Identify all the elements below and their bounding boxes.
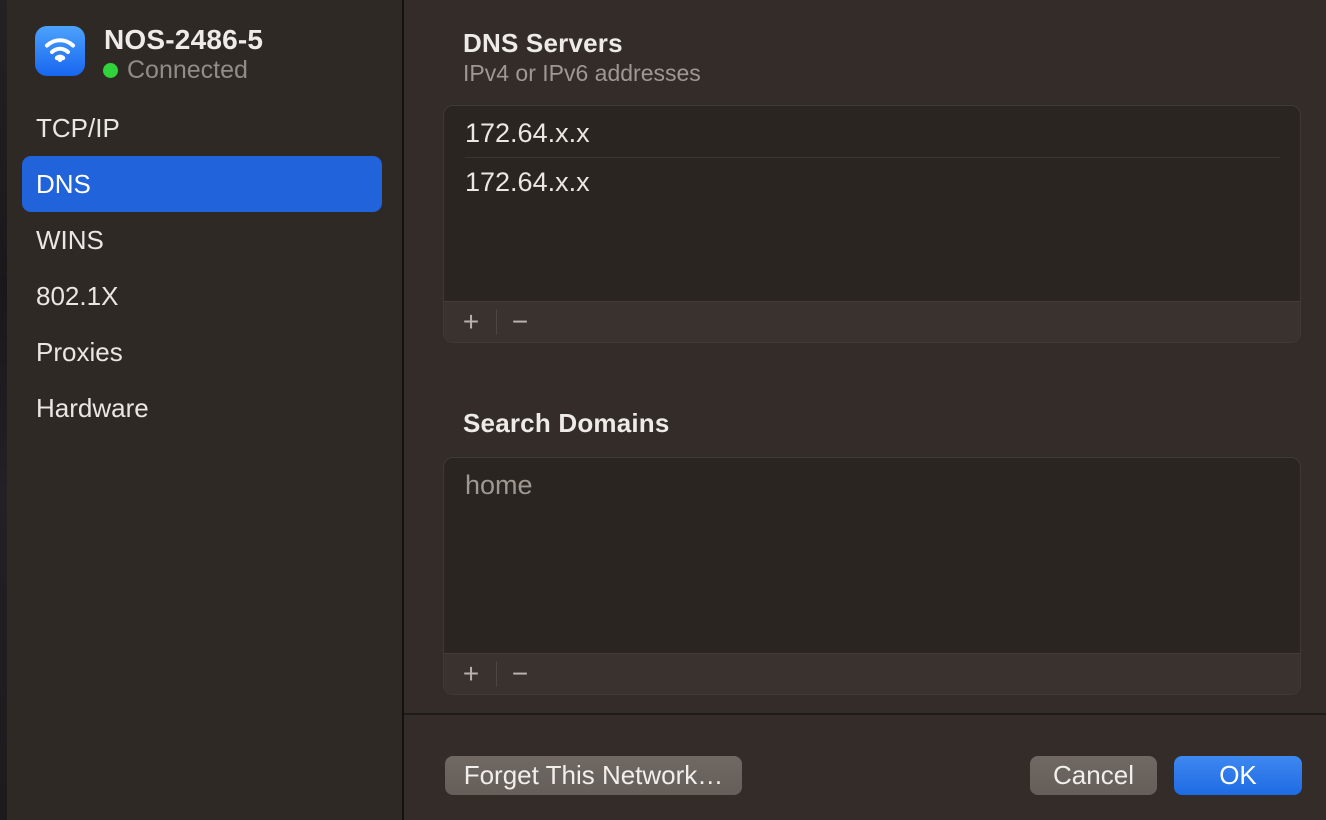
dns-servers-subtitle: IPv4 or IPv6 addresses [463, 60, 701, 87]
toolbar-separator [496, 661, 497, 687]
dns-server-row[interactable]: 172.64.x.x [444, 158, 1300, 206]
sidebar: NOS-2486-5 Connected TCP/IP DNS WINS 802… [7, 0, 402, 820]
remove-search-domain-button[interactable]: − [503, 654, 537, 694]
network-status-label: Connected [127, 56, 248, 85]
search-domain-rows: home [444, 458, 1300, 509]
search-domains-title: Search Domains [463, 408, 670, 439]
wifi-badge [35, 26, 85, 76]
wifi-details-dialog: NOS-2486-5 Connected TCP/IP DNS WINS 802… [0, 0, 1326, 820]
footer-divider [404, 713, 1326, 715]
dns-pane: DNS Servers IPv4 or IPv6 addresses 172.6… [404, 0, 1326, 820]
dns-server-row[interactable]: 172.64.x.x [444, 109, 1300, 157]
forget-network-button[interactable]: Forget This Network… [445, 756, 742, 795]
add-search-domain-button[interactable]: + [452, 654, 490, 694]
search-domain-row[interactable]: home [444, 461, 1300, 509]
cancel-button[interactable]: Cancel [1030, 756, 1157, 795]
sidebar-nav: TCP/IP DNS WINS 802.1X Proxies Hardware [22, 100, 382, 436]
search-domains-list: home + − [443, 457, 1301, 695]
dns-server-rows: 172.64.x.x 172.64.x.x [444, 106, 1300, 206]
add-dns-server-button[interactable]: + [452, 302, 490, 342]
sidebar-item-dns[interactable]: DNS [22, 156, 382, 212]
network-name: NOS-2486-5 [104, 24, 263, 56]
toolbar-separator [496, 309, 497, 335]
window-edge [0, 0, 7, 820]
dns-servers-toolbar: + − [444, 301, 1300, 342]
dns-servers-list: 172.64.x.x 172.64.x.x + − [443, 105, 1301, 343]
sidebar-item-proxies[interactable]: Proxies [22, 324, 382, 380]
sidebar-item-tcpip[interactable]: TCP/IP [22, 100, 382, 156]
search-domains-toolbar: + − [444, 653, 1300, 694]
ok-button[interactable]: OK [1174, 756, 1302, 795]
sidebar-item-wins[interactable]: WINS [22, 212, 382, 268]
wifi-icon [42, 31, 78, 72]
connected-status-dot [103, 63, 118, 78]
remove-dns-server-button[interactable]: − [503, 302, 537, 342]
network-status: Connected [103, 56, 248, 85]
sidebar-item-8021x[interactable]: 802.1X [22, 268, 382, 324]
dns-servers-title: DNS Servers [463, 28, 623, 59]
sidebar-item-hardware[interactable]: Hardware [22, 380, 382, 436]
